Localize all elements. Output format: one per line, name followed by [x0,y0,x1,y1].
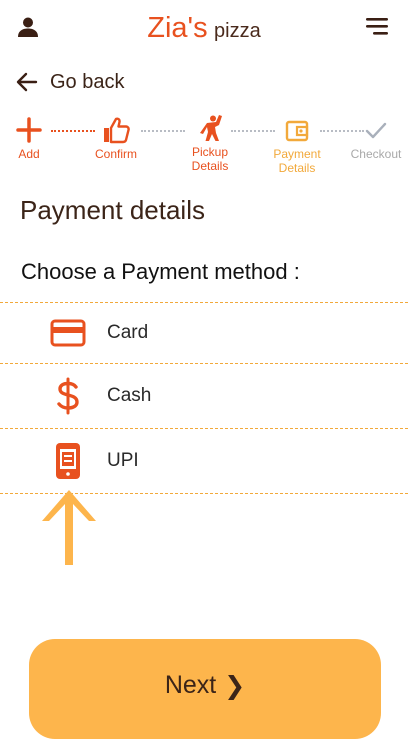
dollar-icon [48,376,88,416]
payment-option-card[interactable]: Card [0,303,408,363]
step-label-confirm: Confirm [94,147,137,161]
payment-option-label: Cash [107,384,152,406]
arrow-left-icon [16,72,38,92]
step-label-payment-details: Payment Details [273,147,321,175]
go-back-label: Go back [50,70,125,93]
page-title: Payment details [20,195,205,225]
step-label-add: Add [18,147,40,161]
brand-logo: Zia's pizza [0,12,408,45]
step-payment-details: Payment Details [262,116,332,175]
menu-icon[interactable] [364,15,390,37]
payment-option-label: Card [107,322,149,343]
credit-card-icon [48,313,88,353]
next-button[interactable]: Next ❯ [29,639,381,739]
check-icon [365,122,387,139]
person-waving-icon [200,115,222,141]
payment-option-upi[interactable]: UPI [0,429,408,493]
brand-name: Zia's [147,12,208,44]
payment-option-label: UPI [107,450,139,471]
step-pickup-details: Pickup Details [175,114,245,173]
step-add: Add [0,116,64,161]
arrow-up-icon [42,490,96,565]
step-label-pickup-details: Pickup Details [191,145,229,173]
wallet-icon [285,120,309,142]
payment-method-heading: Choose a Payment method : [21,259,300,284]
step-confirm: Confirm [81,116,151,161]
step-label-checkout: Checkout [350,147,402,161]
brand-subtitle: pizza [214,20,261,42]
thumbs-up-icon [104,117,130,144]
go-back-button[interactable]: Go back [16,66,124,98]
payment-option-cash[interactable]: Cash [0,364,408,427]
mobile-payment-icon [48,441,88,481]
step-checkout: Checkout [341,116,408,161]
plus-icon [16,117,42,143]
